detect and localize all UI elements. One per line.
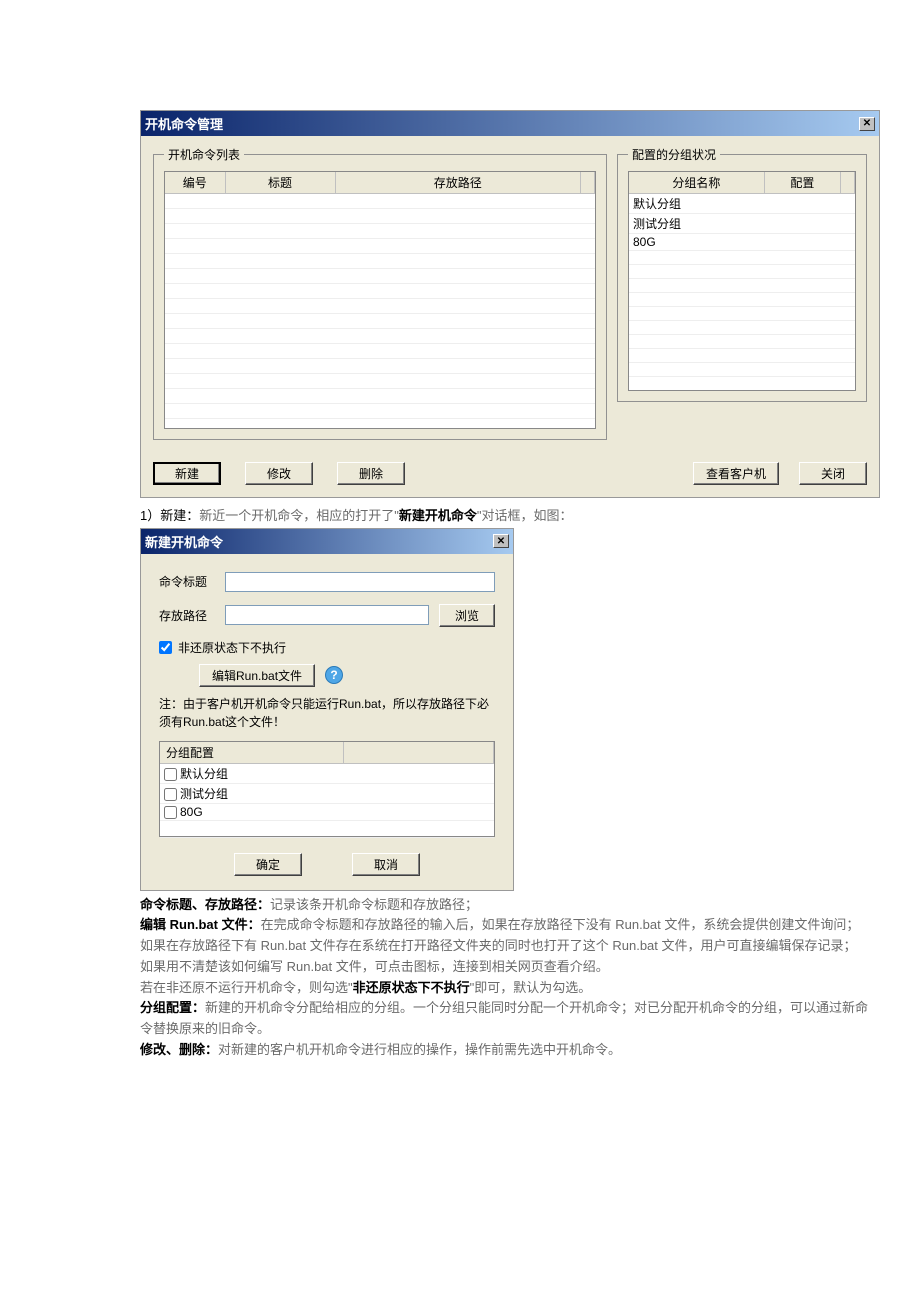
main-title: 开机命令管理 [145, 114, 223, 133]
table-row: 80G [160, 803, 494, 820]
col-id[interactable]: 编号 [165, 172, 225, 194]
cfg-check[interactable] [164, 806, 177, 819]
dlg-titlebar: 新建开机命令 ✕ [141, 529, 513, 554]
path-label: 存放路径 [159, 607, 215, 624]
help-icon[interactable]: ? [325, 666, 343, 684]
table-row: 测试分组 [160, 783, 494, 803]
new-button[interactable]: 新建 [153, 462, 221, 485]
table-row: 默认分组 [629, 194, 855, 214]
groups-table[interactable]: 分组名称 配置 默认分组 测试分组 80G [629, 172, 855, 391]
col-group-cfg[interactable]: 配置 [764, 172, 840, 194]
main-titlebar: 开机命令管理 ✕ [141, 111, 879, 136]
close-icon[interactable]: ✕ [859, 117, 875, 131]
cfg-check[interactable] [164, 788, 177, 801]
no-exec-checkbox[interactable] [159, 641, 172, 654]
groups-fieldset: 配置的分组状况 分组名称 配置 默认分组 测试分组 80G [617, 146, 867, 402]
close-icon[interactable]: ✕ [493, 534, 509, 548]
intro-text: 1）新建：新近一个开机命令，相应的打开了"新建开机命令"对话框，如图： [140, 506, 880, 526]
dlg-title: 新建开机命令 [145, 532, 223, 551]
col-group-name[interactable]: 分组名称 [629, 172, 764, 194]
table-row: 80G [629, 234, 855, 251]
cmd-list-legend: 开机命令列表 [164, 146, 244, 163]
cmd-title-label: 命令标题 [159, 573, 215, 590]
col-cfg[interactable]: 分组配置 [160, 742, 343, 764]
cancel-button[interactable]: 取消 [352, 853, 420, 876]
ok-button[interactable]: 确定 [234, 853, 302, 876]
delete-button[interactable]: 删除 [337, 462, 405, 485]
col-title[interactable]: 标题 [225, 172, 335, 194]
edit-button[interactable]: 修改 [245, 462, 313, 485]
cmd-title-input[interactable] [225, 572, 495, 592]
close-button[interactable]: 关闭 [799, 462, 867, 485]
view-clients-button[interactable]: 查看客户机 [693, 462, 779, 485]
groups-legend: 配置的分组状况 [628, 146, 720, 163]
col-spacer [581, 172, 595, 194]
edit-runbat-button[interactable]: 编辑Run.bat文件 [199, 664, 315, 687]
cmd-list-fieldset: 开机命令列表 编号 标题 存放路径 [153, 146, 607, 440]
col-path[interactable]: 存放路径 [335, 172, 581, 194]
cfg-check[interactable] [164, 768, 177, 781]
table-row: 默认分组 [160, 763, 494, 783]
cmd-list-table[interactable]: 编号 标题 存放路径 [164, 171, 596, 429]
cfg-table[interactable]: 分组配置 默认分组 测试分组 80G [160, 742, 494, 838]
table-row: 测试分组 [629, 214, 855, 234]
description-block: 命令标题、存放路径：记录该条开机命令标题和存放路径； 编辑 Run.bat 文件… [140, 895, 880, 1061]
no-exec-label: 非还原状态下不执行 [178, 639, 286, 656]
path-input[interactable] [225, 605, 429, 625]
browse-button[interactable]: 浏览 [439, 604, 495, 627]
note-text: 注：由于客户机开机命令只能运行Run.bat，所以存放路径下必须有Run.bat… [159, 695, 495, 731]
